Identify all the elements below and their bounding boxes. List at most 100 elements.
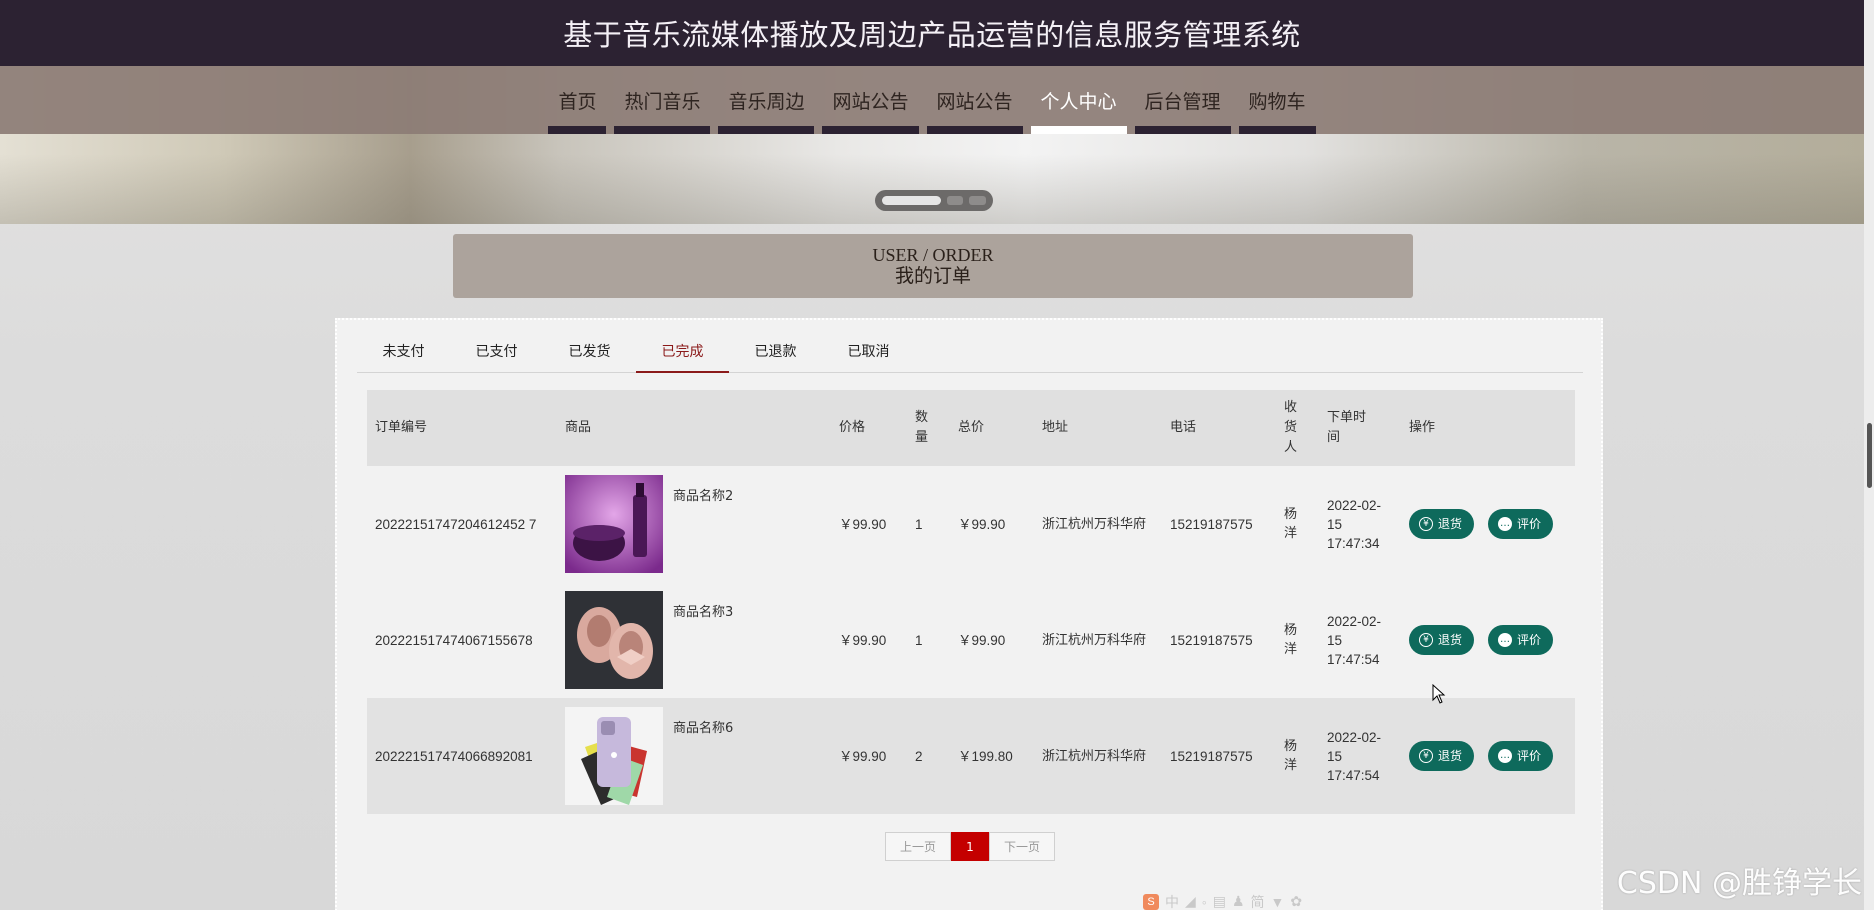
goods-cell: 商品名称6 — [557, 698, 831, 814]
quantity: 1 — [915, 516, 923, 532]
phone: 15219187575 — [1170, 516, 1253, 532]
ime-punct-icon[interactable]: ◢ — [1185, 893, 1196, 910]
nav-item-announcements-2[interactable]: 网站公告 — [923, 66, 1027, 134]
shoes-product-image[interactable] — [565, 591, 663, 689]
prev-page-button[interactable]: 上一页 — [885, 832, 951, 861]
order-status-tabs: 未支付 已支付 已发货 已完成 已退款 已取消 — [357, 336, 1583, 373]
phone-product-image[interactable] — [565, 707, 663, 805]
review-label: 评价 — [1517, 748, 1542, 763]
page-scrollbar[interactable] — [1864, 0, 1874, 910]
top-header-bar: 基于音乐流媒体播放及周边产品运营的信息服务管理系统 — [0, 0, 1864, 66]
orders-panel: 未支付 已支付 已发货 已完成 已退款 已取消 订单编号 商品 价格 数量 总价… — [335, 318, 1603, 910]
price: ￥99.90 — [839, 516, 887, 532]
cosmetics-product-image[interactable] — [565, 475, 663, 573]
csdn-watermark: CSDN @胜铮学长 — [1616, 866, 1862, 901]
page-heading: USER / ORDER 我的订单 — [453, 234, 1413, 298]
nav-underline — [1030, 126, 1127, 134]
next-page-button[interactable]: 下一页 — [989, 832, 1055, 861]
table-header-row: 订单编号 商品 价格 数量 总价 地址 电话 收货人 下单时间 操作 — [367, 390, 1575, 466]
ime-keyboard-icon[interactable]: ▤ — [1213, 893, 1226, 910]
total: ￥99.90 — [958, 632, 1006, 648]
quantity: 2 — [907, 698, 950, 814]
nav-label: 音乐周边 — [728, 90, 805, 113]
header-order-time-text: 下单时间 — [1327, 410, 1367, 445]
refund-button[interactable]: ¥ 退货 — [1409, 625, 1475, 655]
nav-item-hot-music[interactable]: 热门音乐 — [610, 66, 714, 134]
address: 浙江杭州万科华府 — [1034, 698, 1162, 814]
goods-name: 商品名称2 — [673, 489, 734, 504]
header-order-no: 订单编号 — [367, 390, 557, 466]
order-time: 2022-02-15 17:47:54 — [1319, 698, 1401, 814]
nav-item-personal-center[interactable]: 个人中心 — [1027, 66, 1131, 134]
header-qty-text: 数量 — [915, 410, 929, 445]
ime-user-icon[interactable]: ♟ — [1232, 893, 1245, 910]
nav-underline — [822, 126, 919, 134]
tab-shipped[interactable]: 已发货 — [543, 336, 636, 372]
refund-label: 退货 — [1438, 516, 1463, 531]
actions-cell: ¥ 退货 … 评价 — [1401, 466, 1575, 582]
ime-skin-icon[interactable]: ▼ — [1271, 894, 1285, 910]
order-time-text: 2022-02-15 17:47:54 — [1327, 613, 1382, 667]
quantity: 1 — [915, 632, 923, 648]
pagination: 上一页 1 下一页 — [885, 832, 1055, 861]
header-receiver: 收货人 — [1276, 390, 1319, 466]
ime-logo-icon[interactable]: S — [1143, 893, 1159, 910]
total: ￥199.80 — [950, 698, 1034, 814]
nav-underline — [926, 126, 1023, 134]
refund-label: 退货 — [1438, 748, 1463, 763]
header-order-time: 下单时间 — [1319, 390, 1401, 466]
nav-label: 后台管理 — [1144, 90, 1221, 113]
review-button[interactable]: … 评价 — [1488, 625, 1554, 655]
site-title: 基于音乐流媒体播放及周边产品运营的信息服务管理系统 — [563, 18, 1301, 52]
tab-completed[interactable]: 已完成 — [636, 336, 729, 373]
ime-emoji-icon[interactable]: ◦ — [1202, 894, 1207, 910]
ime-mode-icon[interactable]: 中 — [1165, 892, 1179, 910]
refund-label: 退货 — [1438, 632, 1463, 647]
ime-settings-icon[interactable]: ✿ — [1290, 893, 1302, 910]
review-button[interactable]: … 评价 — [1488, 741, 1554, 771]
receiver-text: 杨洋 — [1284, 507, 1298, 541]
header-phone: 电话 — [1162, 390, 1276, 466]
carousel-dot-3[interactable] — [969, 196, 986, 205]
nav-underline — [1134, 126, 1231, 134]
nav-underline — [548, 126, 607, 134]
carousel-dot-2[interactable] — [946, 196, 964, 205]
carousel-indicators — [875, 190, 993, 211]
total: ￥99.90 — [958, 516, 1006, 532]
nav-item-admin[interactable]: 后台管理 — [1131, 66, 1235, 134]
receiver: 杨洋 — [1276, 466, 1319, 582]
tab-unpaid[interactable]: 未支付 — [357, 336, 450, 372]
tab-cancelled[interactable]: 已取消 — [822, 336, 915, 372]
ime-simplified-icon[interactable]: 简 — [1251, 892, 1265, 910]
order-no: 202221517474066892081 — [367, 698, 557, 814]
actions-cell: ¥ 退货 … 评价 — [1401, 698, 1575, 814]
mouse-cursor-icon — [1432, 684, 1446, 704]
order-no: 202221517474067155678 — [375, 632, 533, 648]
header-receiver-text: 收货人 — [1284, 400, 1298, 455]
nav-label: 购物车 — [1248, 90, 1306, 113]
order-time-text: 2022-02-15 17:47:54 — [1327, 729, 1382, 783]
table-row: 20222151747204612452 7 商品名称2 ￥99.90 1 ￥9… — [367, 466, 1575, 582]
refund-button[interactable]: ¥ 退货 — [1409, 509, 1475, 539]
receiver-text: 杨洋 — [1284, 739, 1298, 773]
nav-label: 网站公告 — [832, 90, 909, 113]
nav-item-cart[interactable]: 购物车 — [1235, 66, 1320, 134]
price: ￥99.90 — [839, 632, 887, 648]
page-1-button[interactable]: 1 — [951, 832, 989, 861]
scrollbar-thumb[interactable] — [1867, 423, 1872, 488]
review-button[interactable]: … 评价 — [1488, 509, 1554, 539]
nav-item-music-merch[interactable]: 音乐周边 — [714, 66, 818, 134]
nav-item-home[interactable]: 首页 — [544, 66, 610, 134]
header-qty: 数量 — [907, 390, 950, 466]
tab-refunded[interactable]: 已退款 — [729, 336, 822, 372]
orders-table: 订单编号 商品 价格 数量 总价 地址 电话 收货人 下单时间 操作 20222… — [367, 390, 1575, 814]
nav-item-announcements-1[interactable]: 网站公告 — [818, 66, 922, 134]
goods-cell: 商品名称3 — [557, 582, 831, 698]
refund-button[interactable]: ¥ 退货 — [1409, 741, 1475, 771]
nav-label: 网站公告 — [936, 90, 1013, 113]
goods-name: 商品名称6 — [673, 721, 734, 736]
carousel-dot-1[interactable] — [882, 196, 941, 205]
review-label: 评价 — [1517, 516, 1542, 531]
tab-paid[interactable]: 已支付 — [450, 336, 543, 372]
chat-bubble-icon: … — [1498, 633, 1513, 647]
